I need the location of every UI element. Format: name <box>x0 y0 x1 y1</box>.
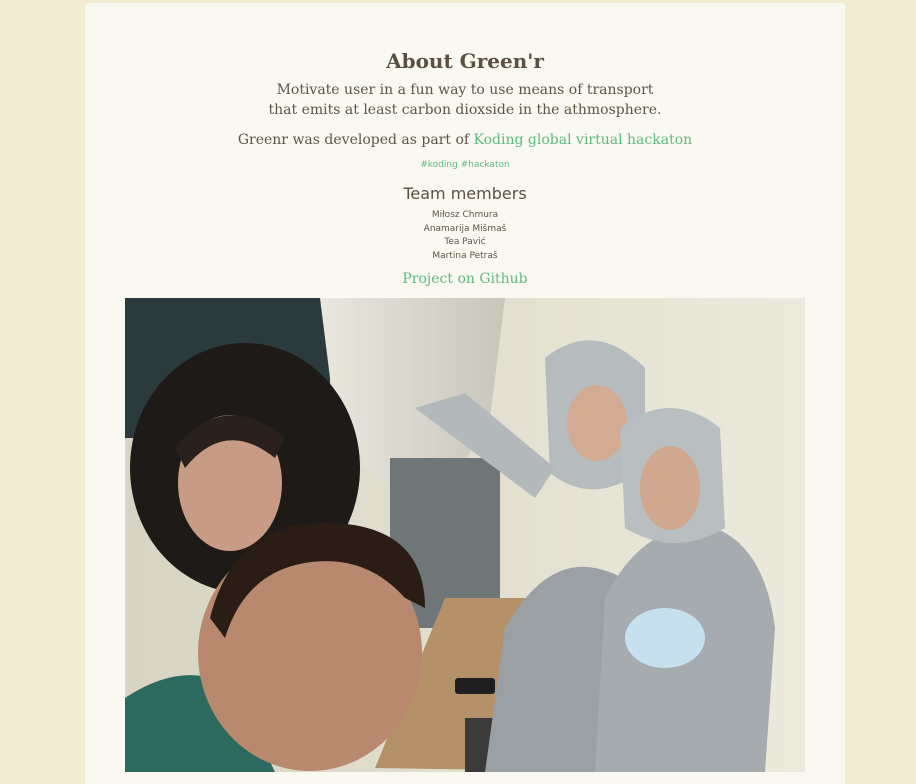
github-section: Project on Github <box>85 271 845 287</box>
team-heading: Team members <box>403 184 527 203</box>
about-card: About Green'r Motivate user in a fun way… <box>85 3 845 784</box>
hackathon-link[interactable]: Koding global virtual hackaton <box>474 132 693 148</box>
team-photo-illustration <box>125 298 805 772</box>
team-member: Martina Petraš <box>432 250 498 261</box>
tag-koding[interactable]: #koding <box>420 160 458 170</box>
github-link[interactable]: Project on Github <box>402 271 527 287</box>
developed-prefix: Greenr was developed as part of <box>237 132 474 148</box>
face-shape <box>567 385 627 461</box>
team-member: Anamarija Mišmaš <box>423 223 507 234</box>
tag-hackaton[interactable]: #hackaton <box>461 160 510 170</box>
tagline-line-1: Motivate user in a fun way to use means … <box>276 82 654 98</box>
tag-list: #koding #hackaton <box>85 160 845 170</box>
print-shape <box>625 608 705 668</box>
phone-shape <box>455 678 495 694</box>
page-title: About Green'r <box>386 49 544 73</box>
tagline-line-2: that emits at least carbon dioxside in t… <box>268 102 662 118</box>
team-member: Tea Pavić <box>444 237 486 247</box>
team-member: Miłosz Chmura <box>431 210 499 220</box>
team-photo <box>125 298 805 772</box>
developed-line: Greenr was developed as part of Koding g… <box>85 130 845 150</box>
tagline: Motivate user in a fun way to use means … <box>85 80 845 120</box>
face-shape <box>640 446 700 530</box>
team-member-list: Miłosz Chmura Anamarija Mišmaš Tea Pavić… <box>85 209 845 263</box>
